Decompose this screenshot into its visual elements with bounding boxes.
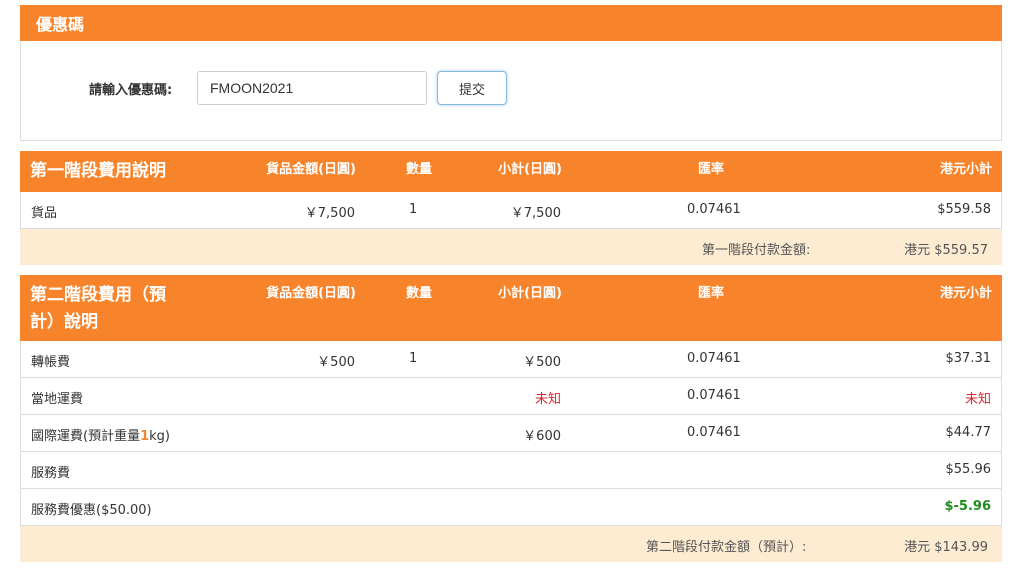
row-qty: 1	[409, 202, 418, 217]
row-name: 當地運費	[31, 392, 84, 407]
table-row: 當地運費 未知 0.07461 未知	[20, 378, 1002, 415]
stage2-total: 第二階段付款金額（預計）: 港元 $143.99	[20, 526, 1002, 562]
row-name: 服務費	[31, 466, 71, 481]
row-hkd: $55.96	[945, 462, 992, 477]
col-subtotal-hkd: 港元小計	[939, 162, 992, 177]
table-row: 服務費 $55.96	[20, 452, 1002, 489]
table-row: 服務費優惠($50.00) $-5.96	[20, 489, 1002, 526]
row-hkd: $37.31	[945, 351, 992, 366]
stage1-header: 第一階段費用說明 貨品金額(日圓) 數量 小計(日圓) 匯率 港元小計	[20, 151, 1002, 192]
stage1-total-value: 港元 $559.57	[904, 243, 988, 258]
row-subtotal: ￥7,500	[510, 206, 561, 221]
row-name-prefix: 國際運費(預計重量	[31, 429, 141, 444]
stage2-total-value: 港元 $143.99	[904, 540, 988, 555]
row-subtotal-unknown: 未知	[534, 392, 561, 407]
stage1-total: 第一階段付款金額: 港元 $559.57	[20, 229, 1002, 265]
row-hkd-unknown: 未知	[964, 392, 991, 407]
row-name: 轉帳費	[31, 355, 71, 370]
row-amount: ￥7,500	[304, 206, 355, 221]
stage2-title-line1: 第二階段費用（預	[30, 285, 166, 305]
row-name-suffix: kg)	[149, 429, 170, 444]
col-goods-amount: 貨品金額(日圓)	[266, 162, 356, 177]
row-name-intl-shipping: 國際運費(預計重量1kg)	[31, 425, 170, 444]
row-qty: 1	[409, 351, 418, 366]
row-hkd-discount: $-5.96	[944, 499, 991, 514]
col-goods-amount: 貨品金額(日圓)	[266, 286, 356, 301]
coupon-body: 請輸入優惠碼: 提交	[20, 41, 1002, 141]
stage1-table: 第一階段費用說明 貨品金額(日圓) 數量 小計(日圓) 匯率 港元小計 貨品 ￥…	[20, 151, 1002, 266]
row-amount: ￥500	[317, 355, 355, 370]
row-weight: 1	[140, 429, 150, 444]
coupon-label: 請輸入優惠碼:	[89, 83, 173, 98]
col-subtotal-hkd: 港元小計	[939, 286, 992, 301]
row-name: 服務費優惠($50.00)	[31, 503, 152, 518]
coupon-title: 優惠碼	[36, 15, 85, 34]
table-row: 國際運費(預計重量1kg) ￥600 0.07461 $44.77	[20, 415, 1002, 452]
table-row: 轉帳費 ￥500 1 ￥500 0.07461 $37.31	[20, 341, 1002, 378]
col-quantity: 數量	[406, 286, 433, 301]
row-rate: 0.07461	[687, 425, 741, 440]
coupon-header: 優惠碼	[20, 5, 1002, 41]
row-rate: 0.07461	[687, 202, 741, 217]
col-subtotal-jpy: 小計(日圓)	[498, 162, 562, 177]
row-rate: 0.07461	[687, 351, 741, 366]
stage2-total-label: 第二階段付款金額（預計）:	[646, 540, 807, 555]
coupon-submit-button[interactable]: 提交	[437, 71, 507, 105]
row-subtotal: ￥500	[523, 355, 561, 370]
table-row: 貨品 ￥7,500 1 ￥7,500 0.07461 $559.58	[20, 192, 1002, 229]
col-rate: 匯率	[698, 162, 725, 177]
stage2-header: 第二階段費用（預 計）說明 貨品金額(日圓) 數量 小計(日圓) 匯率 港元小計	[20, 275, 1002, 341]
stage2-title-line2: 計）說明	[30, 312, 98, 332]
row-hkd: $44.77	[945, 425, 992, 440]
row-rate: 0.07461	[687, 388, 741, 403]
row-name: 貨品	[31, 206, 58, 221]
stage1-total-label: 第一階段付款金額:	[702, 243, 811, 258]
col-quantity: 數量	[406, 162, 433, 177]
col-rate: 匯率	[698, 286, 725, 301]
row-hkd: $559.58	[937, 202, 991, 217]
coupon-input[interactable]	[197, 71, 427, 105]
stage2-table: 第二階段費用（預 計）說明 貨品金額(日圓) 數量 小計(日圓) 匯率 港元小計…	[20, 275, 1002, 563]
col-subtotal-jpy: 小計(日圓)	[498, 286, 562, 301]
stage1-title: 第一階段費用說明	[30, 161, 166, 181]
row-subtotal: ￥600	[523, 429, 561, 444]
